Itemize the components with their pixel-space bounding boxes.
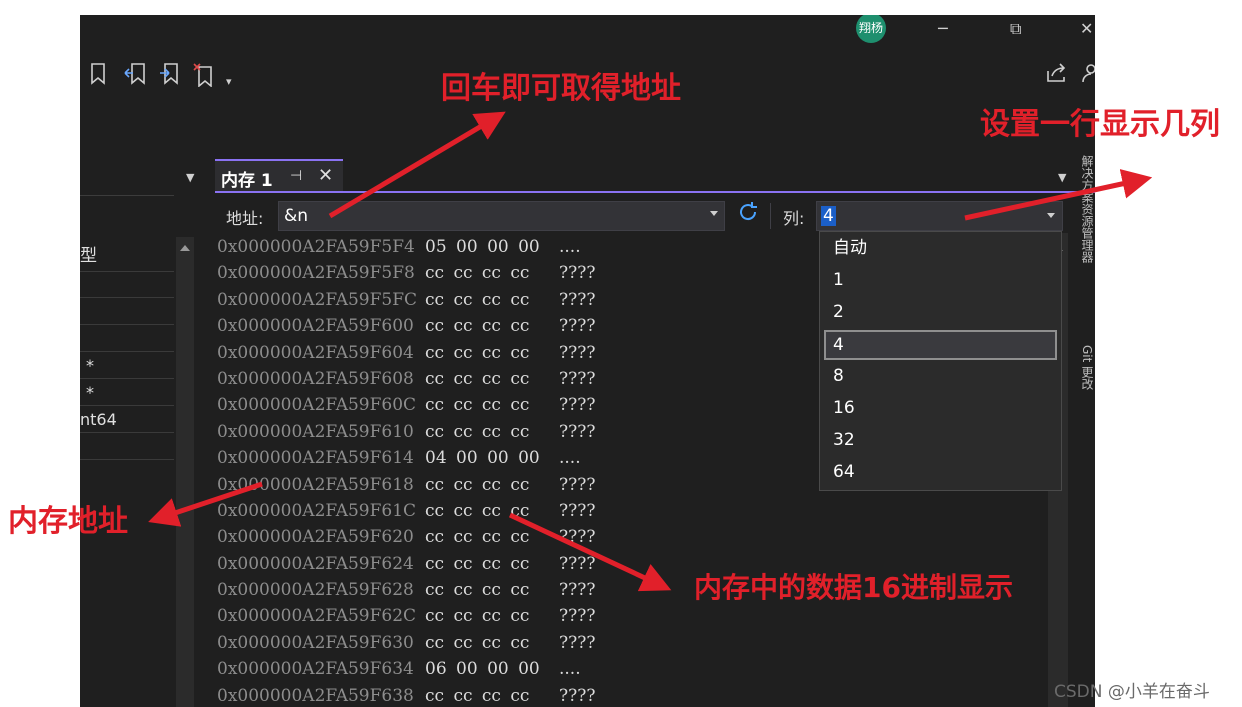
arrow-to-hex-display: [508, 512, 672, 592]
watermark: CSDN @小羊在奋斗: [1054, 682, 1210, 702]
annotation-enter-address: 回车即可取得地址: [441, 71, 681, 106]
annotation-memory-address: 内存地址: [8, 504, 128, 539]
arrow-to-memory-address: [148, 481, 263, 527]
arrow-to-enter-address: [328, 111, 506, 219]
annotation-set-columns: 设置一行显示几列: [980, 107, 1220, 142]
arrow-to-set-columns: [964, 169, 1153, 221]
annotation-hex-display: 内存中的数据16进制显示: [694, 571, 1013, 604]
